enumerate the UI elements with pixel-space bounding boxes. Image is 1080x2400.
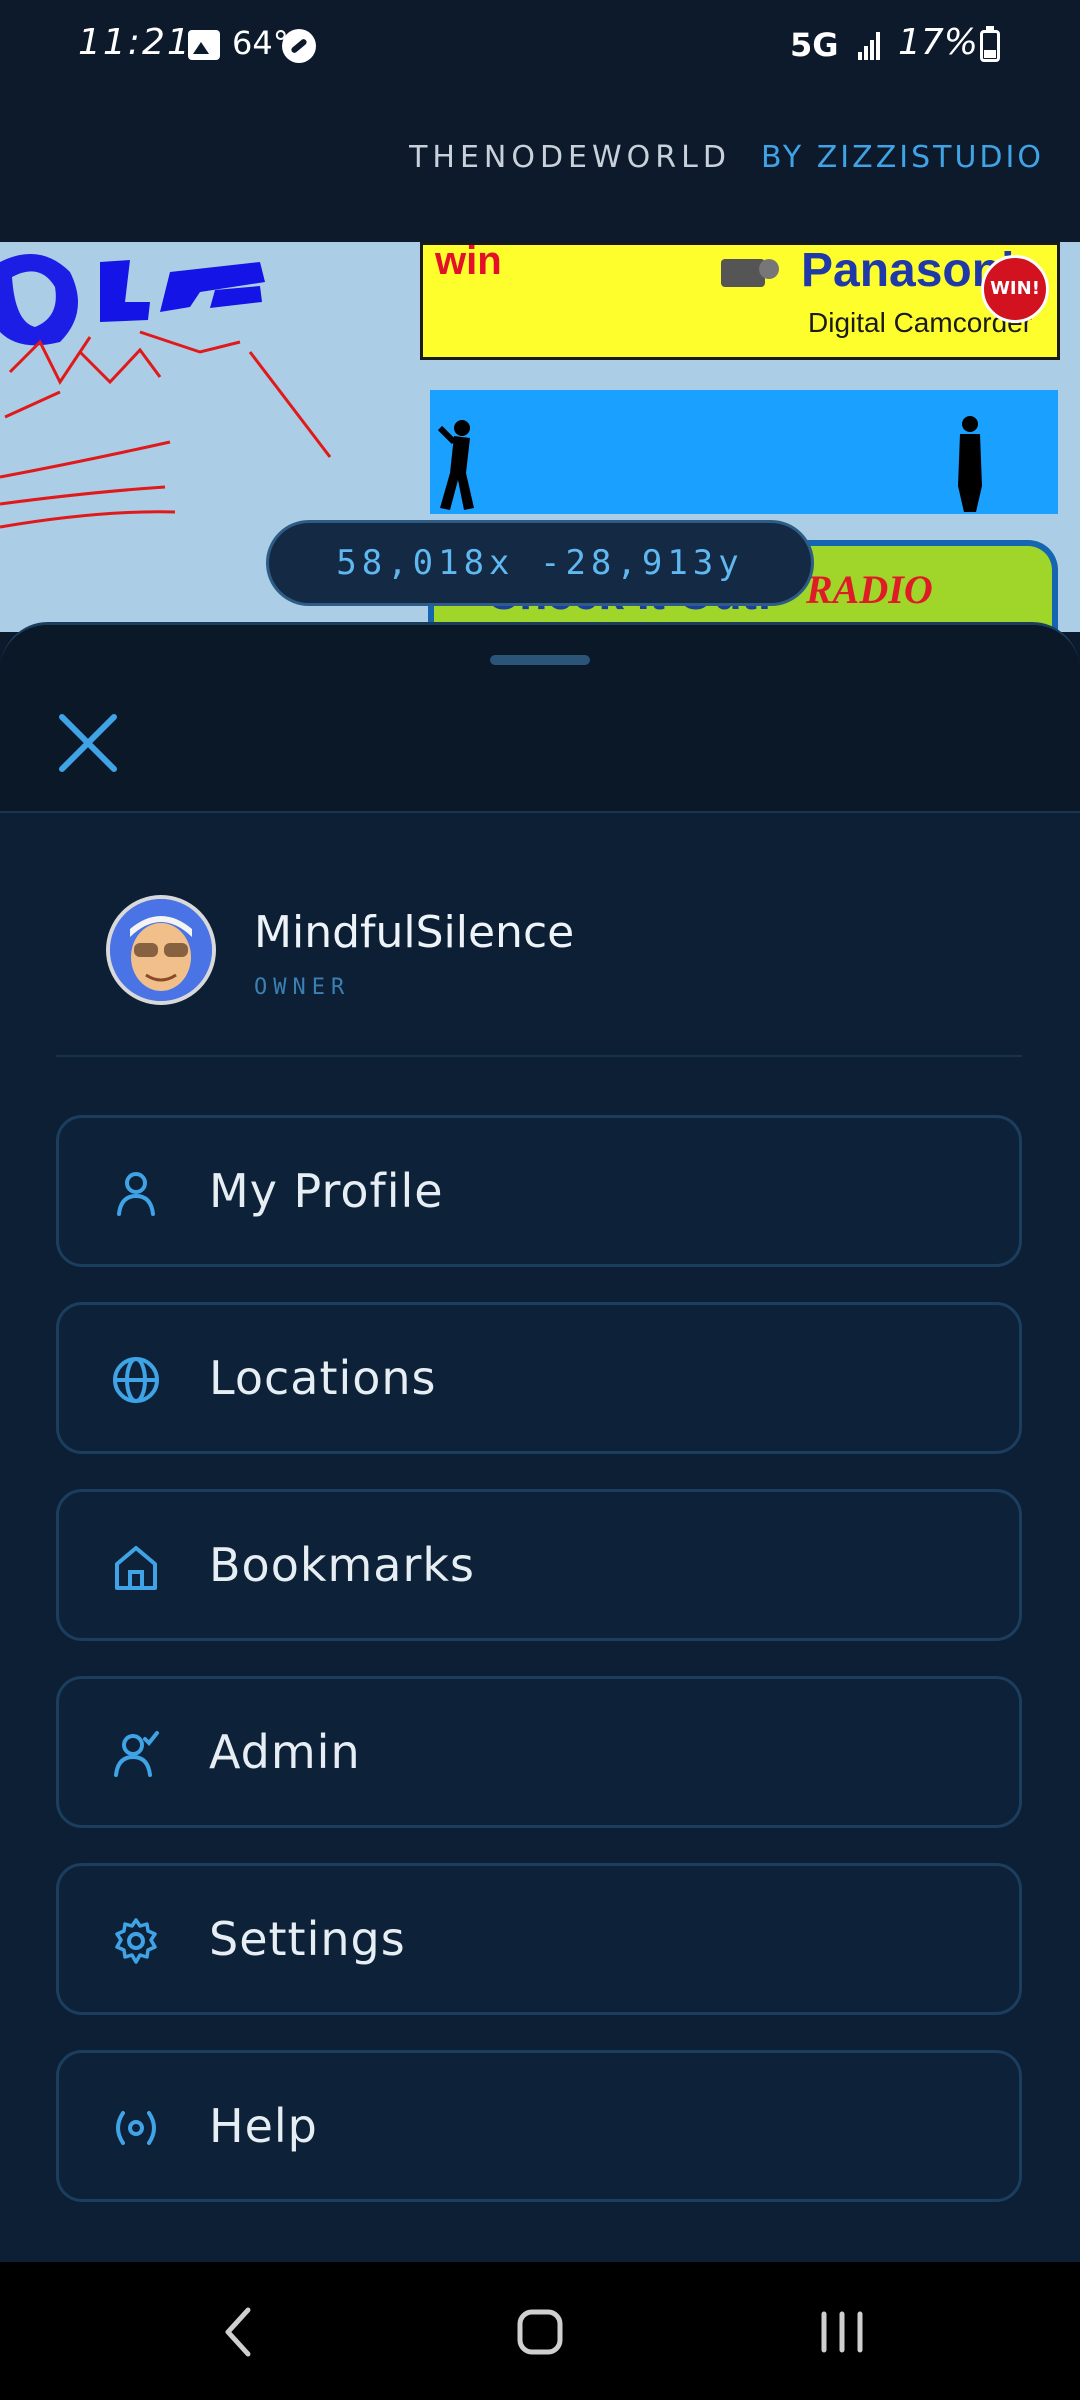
status-time: 11:21: [78, 22, 192, 63]
status-battery-percent: 17%: [898, 22, 979, 63]
status-network: 5G: [790, 26, 839, 64]
menu-item-locations[interactable]: Locations: [56, 1302, 1022, 1454]
broadcast-icon: [116, 2111, 156, 2145]
close-icon: [59, 714, 117, 772]
ad-win-text: win: [435, 242, 502, 283]
nav-back-button[interactable]: [200, 2292, 280, 2372]
drawer-top-bar: [0, 625, 1080, 813]
coordinates-display[interactable]: 58,018x -28,913y: [266, 520, 814, 606]
menu-item-bookmarks[interactable]: Bookmarks: [56, 1489, 1022, 1641]
menu-item-label: Bookmarks: [209, 1538, 475, 1592]
menu-item-label: Admin: [209, 1725, 361, 1779]
menu-item-settings[interactable]: Settings: [56, 1863, 1022, 2015]
close-button[interactable]: [48, 703, 128, 783]
globe-icon: [113, 1357, 159, 1403]
animation-ad[interactable]: [430, 390, 1058, 514]
ad-win-badge: WIN!: [981, 255, 1049, 323]
app-header: THENODEWORLD BY ZIZZISTUDIO: [0, 92, 1080, 242]
avatar[interactable]: [106, 895, 216, 1005]
gallery-icon: [188, 30, 220, 60]
avatar-icon: [110, 899, 212, 1001]
home-icon: [115, 1546, 157, 1590]
link-icon: [282, 29, 316, 63]
back-icon: [225, 2307, 251, 2357]
map-canvas[interactable]: win Panasonic Digital Camcorder WIN! Che…: [0, 242, 1080, 632]
home-nav-icon: [517, 2309, 563, 2355]
nav-recents-button[interactable]: [802, 2292, 882, 2372]
user-icon: [117, 1172, 155, 1216]
user-role: OWNER: [254, 975, 351, 1000]
username: MindfulSilence: [254, 907, 575, 958]
panasonic-ad[interactable]: win Panasonic Digital Camcorder WIN!: [420, 242, 1060, 360]
battery-icon: [980, 26, 1000, 62]
brand-name: THENODEWORLD: [409, 140, 731, 175]
brand: THENODEWORLD BY ZIZZISTUDIO: [409, 140, 1044, 175]
system-nav-bar: [0, 2262, 1080, 2400]
user-profile-row[interactable]: MindfulSilence OWNER: [56, 895, 1022, 1057]
menu-item-label: Settings: [209, 1912, 406, 1966]
admin-icon: [114, 1731, 159, 1777]
menu-item-my-profile[interactable]: My Profile: [56, 1115, 1022, 1267]
status-bar: 11:21 64° 5G 17%: [0, 0, 1080, 92]
gear-icon: [115, 1918, 157, 1964]
status-temperature: 64°: [232, 24, 289, 62]
silhouette-right: [958, 416, 982, 512]
menu-drawer: MindfulSilence OWNER My Profile Location…: [0, 622, 1080, 2262]
recents-icon: [821, 2311, 863, 2353]
menu-item-label: My Profile: [209, 1164, 444, 1218]
menu-item-label: Help: [209, 2099, 318, 2153]
menu-item-help[interactable]: Help: [56, 2050, 1022, 2202]
menu-item-label: Locations: [209, 1351, 437, 1405]
camcorder-icon: [721, 259, 779, 287]
brand-byline[interactable]: BY ZIZZISTUDIO: [761, 140, 1044, 175]
menu-list: My Profile Locations Bookmarks Admin Set…: [56, 1115, 1022, 2237]
drag-handle[interactable]: [490, 655, 590, 665]
silhouette-left: [437, 420, 474, 510]
menu-item-admin[interactable]: Admin: [56, 1676, 1022, 1828]
nav-home-button[interactable]: [500, 2292, 580, 2372]
signal-icon: [858, 28, 884, 60]
